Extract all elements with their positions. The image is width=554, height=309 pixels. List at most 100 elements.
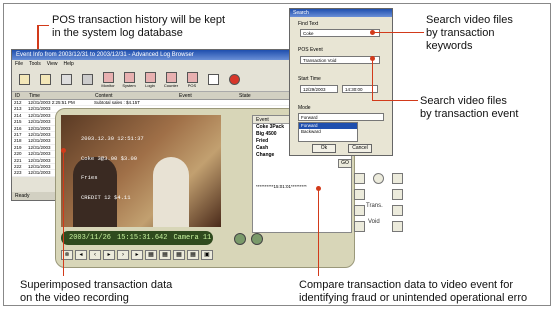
callout-line: Compare transaction data to video event … <box>299 279 514 291</box>
step-forward-button[interactable]: › <box>117 250 129 260</box>
cell-id: 213 <box>14 106 22 112</box>
toolbar-label: POS <box>187 82 197 88</box>
lock-button[interactable] <box>36 70 54 90</box>
pos-play-icon <box>207 74 219 85</box>
pos-button[interactable]: POS <box>183 70 201 90</box>
cell-id: 220 <box>14 151 22 157</box>
toolbar-label: Login <box>145 82 155 88</box>
toolbar: Monitor System Login Counter POS <box>12 68 318 92</box>
callout-event-search: Search video files by transaction event <box>420 95 550 121</box>
zoom-in-icon[interactable] <box>251 233 263 245</box>
side-button[interactable] <box>392 173 403 184</box>
cell-id: 217 <box>14 131 22 137</box>
go-button[interactable]: GO <box>338 159 352 168</box>
pos-icon <box>186 71 198 83</box>
pos-event-label: POS Event <box>298 47 323 53</box>
side-button[interactable] <box>354 173 365 184</box>
system-button[interactable]: System <box>120 70 138 90</box>
menu-help[interactable]: Help <box>64 60 74 68</box>
close-button[interactable] <box>225 70 243 90</box>
side-button[interactable] <box>392 189 403 200</box>
column-id[interactable]: ID <box>12 92 26 99</box>
export-button[interactable]: ▣ <box>201 250 213 260</box>
callout-line: Search video files <box>420 95 507 107</box>
cell-id: 223 <box>14 170 22 176</box>
menu-tools[interactable]: Tools <box>29 60 41 68</box>
login-button[interactable]: Login <box>141 70 159 90</box>
connector-line <box>372 32 424 33</box>
toolbar-label: System <box>122 82 136 88</box>
cell-id: 219 <box>14 144 22 150</box>
side-button[interactable] <box>392 205 403 216</box>
step-back-button[interactable]: ‹ <box>89 250 101 260</box>
grid-2-button[interactable]: ▦ <box>159 250 171 260</box>
start-time-label: Start Time <box>298 76 321 82</box>
print-icon <box>81 74 93 85</box>
rewind-button[interactable]: ◂ <box>75 250 87 260</box>
cell-time: 12/31/2003 2:25:51 PM <box>28 100 75 105</box>
lock-icon <box>39 74 51 85</box>
connector-line <box>318 188 319 276</box>
date-readout: 2003/11/26 <box>69 234 112 242</box>
cell-id: 214 <box>14 112 22 118</box>
magnify-icon[interactable] <box>373 173 384 184</box>
counter-button[interactable]: Counter <box>162 70 180 90</box>
ok-button[interactable]: Ok <box>312 144 336 153</box>
time-readout: 15:15:31.642 <box>117 234 168 242</box>
window-title: Event Info from 2003/12/31 to 2003/12/31… <box>12 50 318 60</box>
cell-id: 222 <box>14 163 22 169</box>
find-text-input[interactable]: Coke <box>300 29 380 37</box>
grid-4-button[interactable]: ▦ <box>187 250 199 260</box>
grid-3-button[interactable]: ▦ <box>173 250 185 260</box>
menu-bar: File Tools View Help <box>12 60 318 68</box>
side-button[interactable] <box>354 221 365 232</box>
cell-id: 212 <box>14 100 22 105</box>
connector-dot <box>370 56 375 61</box>
column-state[interactable]: State <box>236 92 276 99</box>
search-dialog: Search Find Text Coke POS Event Transact… <box>289 8 393 156</box>
cell-id: 215 <box>14 119 22 125</box>
menu-view[interactable]: View <box>47 60 58 68</box>
callout-keyword-search: Search video files by transaction keywor… <box>426 14 546 53</box>
column-event[interactable]: Event <box>176 92 236 99</box>
menu-file[interactable]: File <box>15 60 23 68</box>
event-marker: **********15:01:01********* <box>256 184 307 189</box>
counter-icon <box>165 71 177 83</box>
filter-icon <box>60 74 72 85</box>
fast-forward-button[interactable]: ▸ <box>131 250 143 260</box>
cell-id: 216 <box>14 125 22 131</box>
video-frame: 2003.12.30 12:51:37 Coke 3@3.00 $3.00 Fr… <box>61 115 221 227</box>
side-button[interactable] <box>354 205 365 216</box>
monitor-button[interactable]: Monitor <box>99 70 117 90</box>
play-button[interactable]: ▸ <box>103 250 115 260</box>
side-button[interactable] <box>392 221 403 232</box>
pos-event-select[interactable]: Transaction Void <box>300 56 380 64</box>
system-icon <box>123 71 135 83</box>
monitor-icon <box>102 71 114 83</box>
callout-line: keywords <box>426 40 473 52</box>
callout-log-database: POS transaction history will be kept in … <box>52 14 302 40</box>
transaction-overlay: 2003.12.30 12:51:37 Coke 3@3.00 $3.00 Fr… <box>81 123 144 214</box>
mode-select[interactable]: Forward <box>298 113 384 121</box>
column-time[interactable]: Time <box>26 92 92 99</box>
callout-line: Search video files <box>426 14 513 26</box>
filter-button[interactable] <box>57 70 75 90</box>
side-button[interactable] <box>354 189 365 200</box>
grid-1-button[interactable]: ▦ <box>145 250 157 260</box>
print-button[interactable] <box>78 70 96 90</box>
pos-play-button[interactable] <box>204 70 222 90</box>
callout-line: POS transaction history will be kept <box>52 14 226 26</box>
grid-header: ID Time Content Event State <box>12 92 318 100</box>
toolbar-label: Monitor <box>101 82 115 88</box>
open-folder-button[interactable] <box>15 70 33 90</box>
login-icon <box>144 71 156 83</box>
cancel-button[interactable]: Cancel <box>348 144 372 153</box>
connector-dot <box>316 186 321 191</box>
column-content[interactable]: Content <box>92 92 176 99</box>
cell-id: 221 <box>14 157 22 163</box>
connector-dot <box>61 148 66 153</box>
mode-dropdown: Forward Backward <box>298 122 358 142</box>
zoom-out-icon[interactable] <box>234 233 246 245</box>
mode-option[interactable]: Backward <box>299 129 357 135</box>
start-date-input[interactable]: 12/29/2003 <box>300 85 338 93</box>
